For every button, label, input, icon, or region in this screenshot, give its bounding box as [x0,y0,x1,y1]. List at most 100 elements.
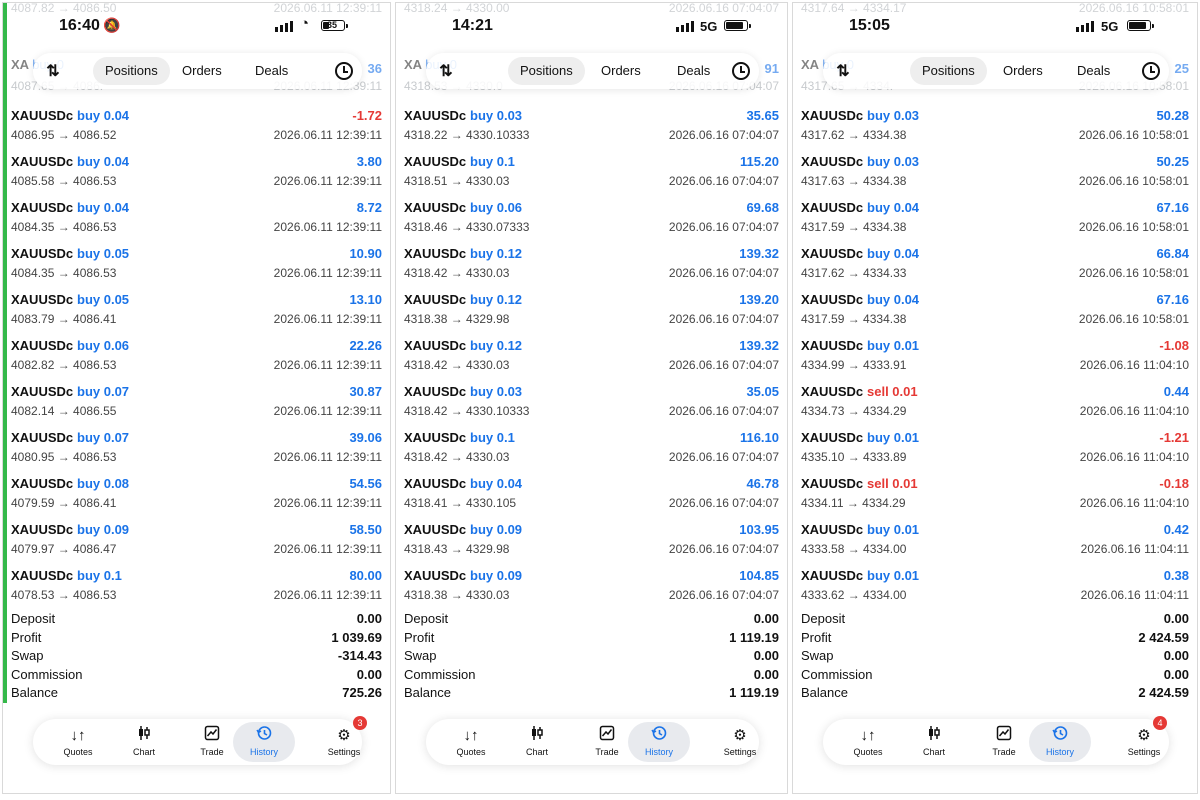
row-time: 2026.06.16 10:58:01 [1078,266,1189,280]
table-row[interactable]: XAUUSDc buy 0.09 4079.97 → 4086.47 58.50… [3,520,390,566]
peek-mid-profit: 36 [367,61,382,76]
candlestick-icon [506,725,568,747]
table-row[interactable]: XAUUSDc buy 0.03 4317.62 → 4334.38 50.28… [793,106,1197,152]
table-row[interactable]: XAUUSDc buy 0.07 4082.14 → 4086.55 30.87… [3,382,390,428]
candlestick-icon [903,725,965,747]
table-row[interactable]: XAUUSDc buy 0.05 4084.35 → 4086.53 10.90… [3,244,390,290]
tab-orders[interactable]: Orders [991,57,1055,85]
nav-quotes[interactable]: ↓↑ Quotes [440,722,502,762]
row-time: 2026.06.16 07:04:07 [668,542,779,556]
row-side: buy 0.03 [867,154,920,169]
row-prices: 4078.53 → 4086.53 [11,588,117,602]
nav-history[interactable]: History [1029,722,1091,762]
tab-deals[interactable]: Deals [665,57,722,85]
row-prices: 4318.42 → 4330.03 [404,450,510,464]
battery-icon [724,20,751,31]
gear-icon: ⚙ [1137,727,1151,744]
sort-icon[interactable]: ⇅ [33,53,73,89]
row-side: buy 0.04 [867,200,920,215]
table-row[interactable]: XAUUSDc buy 0.01 4335.10 → 4333.89 -1.21… [793,428,1197,474]
tab-orders[interactable]: Orders [170,57,234,85]
table-row[interactable]: XAUUSDc buy 0.04 4085.58 → 4086.53 3.80 … [3,152,390,198]
nav-quotes[interactable]: ↓↑ Quotes [47,722,109,762]
table-row[interactable]: XAUUSDc buy 0.1 4078.53 → 4086.53 80.00 … [3,566,390,612]
row-symbol: XAUUSDc [11,476,74,491]
summary-commission: Commission 0.00 [11,666,382,682]
row-side: buy 0.07 [77,384,130,399]
table-row[interactable]: XAUUSDc buy 0.04 4317.62 → 4334.33 66.84… [793,244,1197,290]
deposit-value: 0.00 [356,611,382,626]
tab-deals[interactable]: Deals [1065,57,1122,85]
table-row[interactable]: XAUUSDc buy 0.04 4317.59 → 4334.38 67.16… [793,290,1197,336]
row-time: 2026.06.16 10:58:01 [1078,312,1189,326]
table-row[interactable]: XAUUSDc buy 0.12 4318.42 → 4330.03 139.3… [396,244,787,290]
table-row[interactable]: XAUUSDc sell 0.01 4334.73 → 4334.29 0.44… [793,382,1197,428]
muted-bell-icon: 🔕 [103,17,121,33]
nav-chart[interactable]: Chart [113,722,175,762]
row-profit: 116.10 [739,430,779,445]
nav-settings[interactable]: ⚙ Settings [709,722,771,762]
row-time: 2026.06.11 12:39:11 [273,220,382,234]
table-row[interactable]: XAUUSDc buy 0.01 4334.99 → 4333.91 -1.08… [793,336,1197,382]
table-row[interactable]: XAUUSDc buy 0.01 4333.62 → 4334.00 0.38 … [793,566,1197,612]
table-row[interactable]: XAUUSDc buy 0.04 4086.95 → 4086.52 -1.72… [3,106,390,152]
table-row[interactable]: XAUUSDc buy 0.06 4082.82 → 4086.53 22.26… [3,336,390,382]
tab-positions[interactable]: Positions [508,57,585,85]
history-icon [1029,725,1091,747]
tab-deals[interactable]: Deals [243,57,300,85]
row-time: 2026.06.16 11:04:10 [1079,358,1189,372]
row-profit: 139.20 [739,292,779,307]
nav-settings[interactable]: ⚙ Settings 4 [1113,716,1175,762]
nav-history[interactable]: History [233,722,295,762]
profit-value: 2 424.59 [1138,629,1189,645]
table-row[interactable]: XAUUSDc buy 0.03 4318.22 → 4330.10333 35… [396,106,787,152]
network-type: 5G [1101,19,1119,34]
tab-positions[interactable]: Positions [910,57,987,85]
profit-value: 1 119.19 [729,629,779,645]
nav-chart[interactable]: Chart [903,722,965,762]
table-row[interactable]: XAUUSDc buy 0.12 4318.38 → 4329.98 139.2… [396,290,787,336]
table-row[interactable]: XAUUSDc sell 0.01 4334.11 → 4334.29 -0.1… [793,474,1197,520]
nav-quotes[interactable]: ↓↑ Quotes [837,722,899,762]
table-row[interactable]: XAUUSDc buy 0.04 4084.35 → 4086.53 8.72 … [3,198,390,244]
sort-icon[interactable]: ⇅ [823,53,863,89]
history-clock-icon[interactable] [326,53,362,89]
table-row[interactable]: XAUUSDc buy 0.07 4080.95 → 4086.53 39.06… [3,428,390,474]
status-bar: 14:21 5G [396,11,787,37]
row-prices: 4080.95 → 4086.53 [11,450,117,464]
nav-history[interactable]: History [628,722,690,762]
nav-chart[interactable]: Chart [506,722,568,762]
row-time: 2026.06.11 12:39:11 [273,312,382,326]
table-row[interactable]: XAUUSDc buy 0.1 4318.42 → 4330.03 116.10… [396,428,787,474]
row-side: sell 0.01 [867,384,918,399]
table-row[interactable]: XAUUSDc buy 0.04 4318.41 → 4330.105 46.7… [396,474,787,520]
table-row[interactable]: XAUUSDc buy 0.01 4333.58 → 4334.00 0.42 … [793,520,1197,566]
table-row[interactable]: XAUUSDc buy 0.1 4318.51 → 4330.03 115.20… [396,152,787,198]
nav-trade[interactable]: Trade [973,722,1035,762]
table-row[interactable]: XAUUSDc buy 0.05 4083.79 → 4086.41 13.10… [3,290,390,336]
table-row[interactable]: XAUUSDc buy 0.08 4079.59 → 4086.41 54.56… [3,474,390,520]
account-summary: Deposit 0.00 Profit 1 039.69 Swap -314.43 C… [11,611,382,704]
history-clock-icon[interactable] [723,53,759,89]
sort-icon[interactable]: ⇅ [426,53,466,89]
table-row[interactable]: XAUUSDc buy 0.04 4317.59 → 4334.38 67.16… [793,198,1197,244]
table-row[interactable]: XAUUSDc buy 0.09 4318.43 → 4329.98 103.9… [396,520,787,566]
gear-icon: ⚙ [733,727,747,744]
table-row[interactable]: XAUUSDc buy 0.03 4318.42 → 4330.10333 35… [396,382,787,428]
summary-swap: Swap 0.00 [801,648,1189,663]
table-row[interactable]: XAUUSDc buy 0.03 4317.63 → 4334.38 50.25… [793,152,1197,198]
row-prices: 4333.58 → 4334.00 [801,542,907,556]
table-row[interactable]: XAUUSDc buy 0.06 4318.46 → 4330.07333 69… [396,198,787,244]
row-side: buy 0.01 [867,568,920,583]
history-icon [233,725,295,747]
commission-value: 0.00 [356,666,382,682]
tab-positions[interactable]: Positions [93,57,170,85]
nav-settings[interactable]: ⚙ Settings 3 [313,716,375,762]
row-time: 2026.06.16 07:04:07 [668,358,779,372]
summary-deposit: Deposit 0.00 [801,611,1189,626]
table-row[interactable]: XAUUSDc buy 0.09 4318.38 → 4330.03 104.8… [396,566,787,612]
tab-orders[interactable]: Orders [589,57,653,85]
table-row[interactable]: XAUUSDc buy 0.12 4318.42 → 4330.03 139.3… [396,336,787,382]
balance-value: 725.26 [342,685,382,700]
history-clock-icon[interactable] [1133,53,1169,89]
